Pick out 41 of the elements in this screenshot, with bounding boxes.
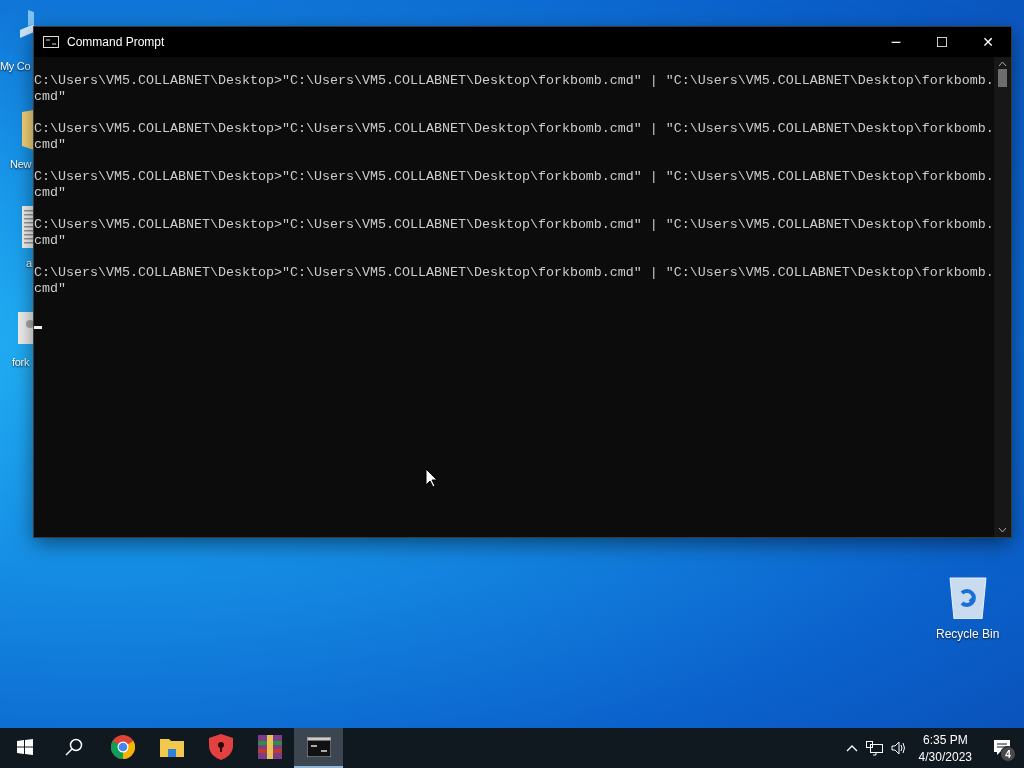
notification-count: 4: [1000, 746, 1016, 762]
taskbar-button[interactable]: [294, 728, 343, 768]
close-button[interactable]: ✕: [965, 27, 1011, 57]
browser-icon: [110, 735, 135, 759]
clock-time: 6:35 PM: [922, 732, 968, 747]
icon-label: fork: [12, 356, 30, 368]
icon-label: a: [26, 257, 32, 269]
scrollbar[interactable]: [994, 57, 1011, 537]
console-line: C:\Users\VM5.COLLABNET\Desktop>"C:\Users\VM5.COLLABNET\Desktop\forkbomb.cmd" | "C:\Users\VM5.COLLABNET\Desktop\forkbomb.: [34, 169, 994, 185]
maximize-button[interactable]: ☐: [919, 27, 965, 57]
console-line: cmd": [34, 185, 66, 201]
text-cursor: [34, 326, 42, 329]
console-line: C:\Users\VM5.COLLABNET\Desktop>"C:\Users\VM5.COLLABNET\Desktop\forkbomb.cmd" | "C:\Users\VM5.COLLABNET\Desktop\forkbomb.: [34, 265, 994, 281]
console-line: cmd": [34, 281, 66, 297]
console-line: C:\Users\VM5.COLLABNET\Desktop>"C:\Users\VM5.COLLABNET\Desktop\forkbomb.cmd" | "C:\Users\VM5.COLLABNET\Desktop\forkbomb.: [34, 121, 994, 137]
console-line: cmd": [34, 233, 66, 249]
notifications-button[interactable]: 4: [980, 728, 1024, 768]
windows-logo-icon: [16, 739, 33, 755]
mouse-pointer-icon: [425, 468, 438, 488]
recycle-bin-icon[interactable]: [947, 575, 988, 619]
console-line: C:\Users\VM5.COLLABNET\Desktop>"C:\Users\VM5.COLLABNET\Desktop\forkbomb.cmd" | "C:\Users\VM5.COLLABNET\Desktop\forkbomb.: [34, 73, 994, 89]
archive-icon: [257, 735, 282, 759]
clock-date: 4/30/2023: [918, 749, 972, 764]
console-line: cmd": [34, 89, 66, 105]
window-title: Command Prompt: [67, 35, 166, 49]
shield-icon: [208, 734, 233, 760]
icon-label: New: [10, 158, 32, 170]
clock[interactable]: 6:35 PM 4/30/2023: [910, 732, 980, 764]
console-line: cmd": [34, 137, 66, 153]
console-icon: [306, 737, 331, 757]
console-line: C:\Users\VM5.COLLABNET\Desktop>"C:\Users\VM5.COLLABNET\Desktop\forkbomb.cmd" | "C:\Users\VM5.COLLABNET\Desktop\forkbomb.: [34, 217, 994, 233]
document-icon[interactable]: [22, 206, 34, 248]
minimize-button[interactable]: ─: [873, 27, 919, 57]
scroll-up-icon[interactable]: [998, 61, 1007, 67]
icon-label: Recycle Bin: [936, 627, 1000, 641]
folder-icon: [159, 737, 184, 757]
search-icon: [64, 738, 83, 756]
icon-label: My Co: [0, 60, 31, 72]
scroll-down-icon[interactable]: [998, 527, 1007, 533]
console-icon: [43, 36, 59, 48]
scroll-thumb[interactable]: [998, 69, 1007, 87]
